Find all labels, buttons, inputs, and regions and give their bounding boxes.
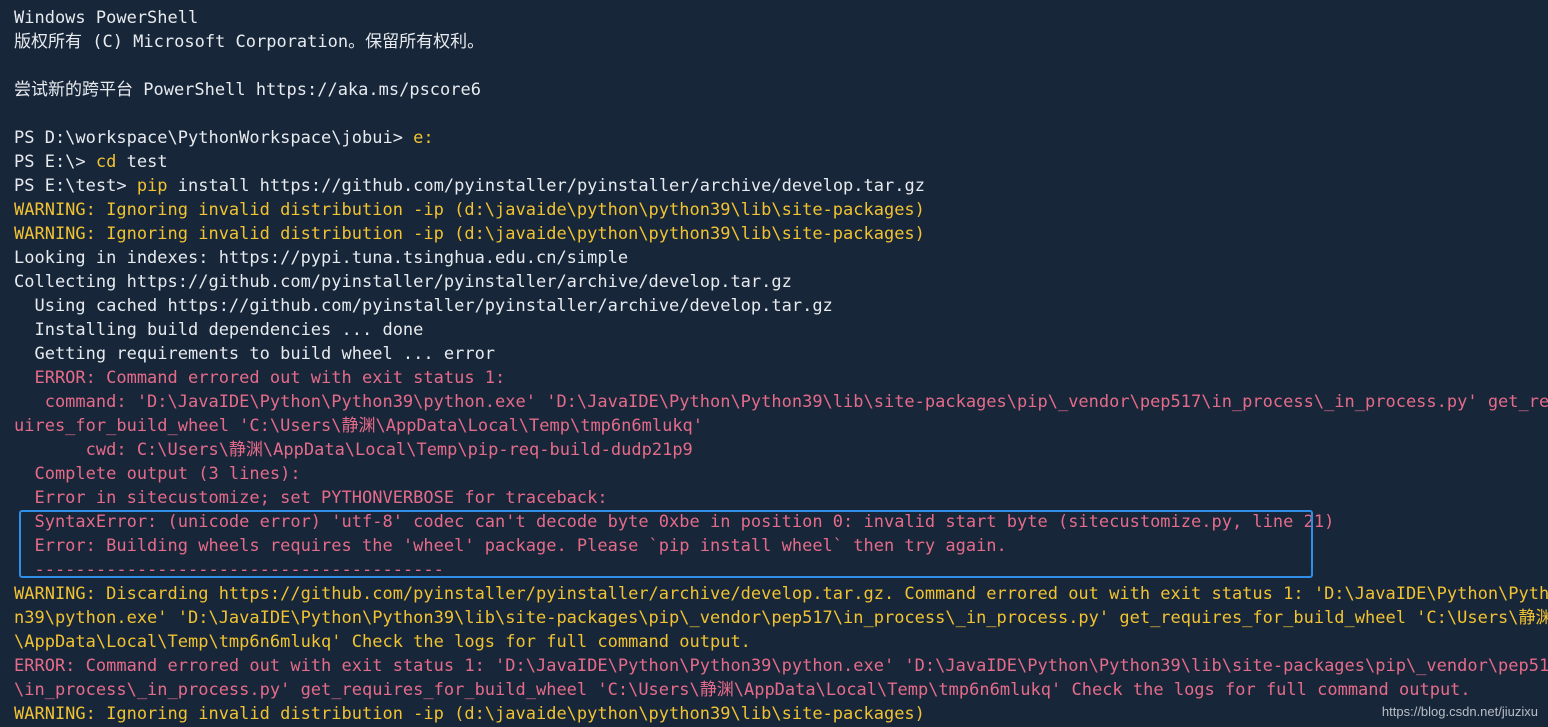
terminal-line: 版权所有 (C) Microsoft Corporation。保留所有权利。 (14, 32, 485, 52)
terminal-line: WARNING: Ignoring invalid distribution -… (14, 704, 925, 724)
terminal-line: 尝试新的跨平台 PowerShell https://aka.ms/pscore… (14, 80, 481, 100)
terminal-line: Getting requirements to build wheel ... … (14, 344, 496, 364)
terminal-line: \in_process\_in_process.py' get_requires… (14, 680, 1471, 700)
terminal-line: n39\python.exe' 'D:\JavaIDE\Python\Pytho… (14, 608, 1548, 628)
prompt-text: PS E:\> (14, 152, 96, 172)
powershell-terminal[interactable]: Windows PowerShell 版权所有 (C) Microsoft Cor… (0, 0, 1548, 727)
command-text: pip (136, 176, 168, 196)
watermark-text: https://blog.csdn.net/jiuzixu (1381, 704, 1538, 719)
terminal-line: PS D:\workspace\PythonWorkspace\jobui> e… (14, 126, 1548, 150)
terminal-line: Error: Building wheels requires the 'whe… (14, 536, 1007, 556)
command-args: test (116, 152, 168, 172)
prompt-text: PS D:\workspace\PythonWorkspace\jobui> (14, 128, 414, 148)
terminal-line: WARNING: Ignoring invalid distribution -… (14, 224, 925, 244)
terminal-output: Windows PowerShell 版权所有 (C) Microsoft Cor… (14, 6, 1548, 726)
terminal-line: ---------------------------------------- (14, 560, 444, 580)
command-text: cd (95, 152, 117, 172)
terminal-line: Complete output (3 lines): (14, 464, 301, 484)
terminal-line: Looking in indexes: https://pypi.tuna.ts… (14, 248, 629, 268)
terminal-line: uires_for_build_wheel 'C:\Users\静渊\AppDa… (14, 416, 704, 436)
terminal-line: Collecting https://github.com/pyinstalle… (14, 272, 792, 292)
terminal-line: command: 'D:\JavaIDE\Python\Python39\pyt… (14, 392, 1548, 412)
terminal-line: Installing build dependencies ... done (14, 320, 424, 340)
command-text: e: (413, 128, 434, 148)
terminal-line: WARNING: Ignoring invalid distribution -… (14, 200, 925, 220)
terminal-line: SyntaxError: (unicode error) 'utf-8' cod… (14, 512, 1335, 532)
terminal-line: \AppData\Local\Temp\tmp6n6mlukq' Check t… (14, 632, 751, 652)
terminal-line: ERROR: Command errored out with exit sta… (14, 656, 1548, 676)
terminal-line: Windows PowerShell (14, 8, 199, 28)
terminal-line: cwd: C:\Users\静渊\AppData\Local\Temp\pip-… (14, 440, 693, 460)
terminal-line: PS E:\> cd test (14, 150, 1548, 174)
terminal-line: Error in sitecustomize; set PYTHONVERBOS… (14, 488, 608, 508)
prompt-text: PS E:\test> (14, 176, 137, 196)
terminal-line: Using cached https://github.com/pyinstal… (14, 296, 833, 316)
terminal-line: PS E:\test> pip install https://github.c… (14, 174, 1548, 198)
terminal-line: ERROR: Command errored out with exit sta… (14, 368, 506, 388)
terminal-line: WARNING: Discarding https://github.com/p… (14, 584, 1548, 604)
command-args: install https://github.com/pyinstaller/p… (167, 176, 925, 196)
